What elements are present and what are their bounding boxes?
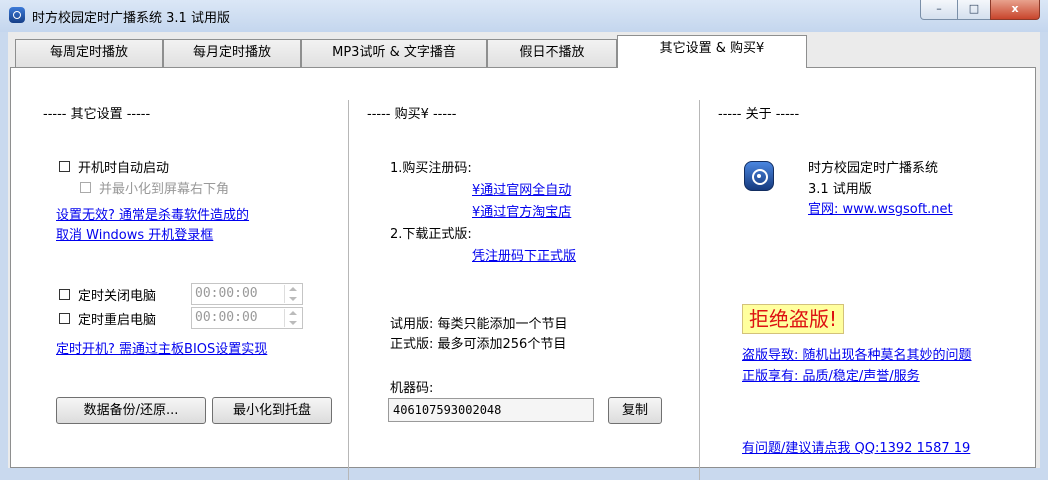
autostart-checkbox[interactable] [59, 161, 70, 172]
window-body: 每周定时播放 每月定时播放 MP3试听 & 文字播音 假日不播放 其它设置 & … [8, 32, 1040, 480]
settings-heading: ----- 其它设置 ----- [43, 107, 151, 122]
full-note: 正式版: 最多可添加256个节目 [390, 337, 567, 352]
tab-monthly[interactable]: 每月定时播放 [163, 39, 301, 67]
spin-arrows-icon [284, 309, 301, 327]
tab-weekly[interactable]: 每周定时播放 [15, 39, 163, 67]
about-app-name: 时方校园定时广播系统 [808, 161, 939, 176]
minimize-button[interactable]: – [920, 0, 958, 20]
about-website-link[interactable]: 官网: www.wsgsoft.net [808, 198, 953, 217]
app-logo-icon [744, 161, 774, 191]
link-buy-taobao[interactable]: ¥通过官方淘宝店 [472, 201, 571, 220]
dot-icon [757, 174, 761, 178]
link-cancel-login[interactable]: 取消 Windows 开机登录框 [56, 224, 213, 243]
machine-code-field[interactable]: 406107593002048 [388, 398, 594, 422]
tab-settings-buy[interactable]: 其它设置 & 购买¥ [617, 35, 807, 68]
restart-label: 定时重启电脑 [78, 313, 157, 328]
minimize-to-tray-button[interactable]: 最小化到托盘 [212, 397, 332, 424]
link-settings-invalid[interactable]: 设置无效? 通常是杀毒软件造成的 [56, 204, 249, 223]
link-feedback[interactable]: 有问题/建议请点我 QQ:1392 1587 19 [742, 437, 970, 456]
link-buy-official[interactable]: ¥通过官网全自动 [472, 179, 571, 198]
spin-arrows-icon [284, 285, 301, 303]
restart-time-value: 00:00:00 [195, 310, 258, 325]
about-version: 3.1 试用版 [808, 182, 872, 197]
trial-note: 试用版: 每类只能添加一个节目 [390, 317, 568, 332]
link-download-full[interactable]: 凭注册码下正式版 [472, 245, 576, 264]
copy-button[interactable]: 复制 [608, 397, 662, 424]
buy-heading: ----- 购买¥ ----- [367, 107, 457, 122]
maximize-button[interactable]: □ [957, 0, 991, 20]
buy-step1: 1.购买注册码: [390, 161, 472, 176]
link-bios-boot[interactable]: 定时开机? 需通过主板BIOS设置实现 [56, 338, 267, 357]
tab-holiday[interactable]: 假日不播放 [487, 39, 617, 67]
link-genuine-benefits[interactable]: 正版享有: 品质/稳定/声誉/服务 [742, 365, 920, 384]
shutdown-checkbox[interactable] [59, 289, 70, 300]
about-heading: ----- 关于 ----- [718, 107, 800, 122]
shutdown-time-value: 00:00:00 [195, 286, 258, 301]
tab-panel: ----- 其它设置 ----- 开机时自动启动 并最小化到屏幕右下角 设置无效… [10, 67, 1036, 480]
close-button[interactable]: x [990, 0, 1040, 20]
restart-checkbox[interactable] [59, 313, 70, 324]
column-divider [348, 100, 349, 480]
minimize-checkbox [80, 182, 91, 193]
buy-step2: 2.下载正式版: [390, 227, 472, 242]
backup-restore-button[interactable]: 数据备份/还原... [56, 397, 206, 424]
minimize-label: 并最小化到屏幕右下角 [99, 182, 230, 197]
window-title: 时方校园定时广播系统 3.1 试用版 [32, 11, 230, 26]
autostart-label: 开机时自动启动 [78, 161, 170, 176]
column-divider [699, 100, 700, 480]
link-piracy-issues[interactable]: 盗版导致: 随机出现各种莫名其妙的问题 [742, 344, 972, 363]
tab-mp3-tts[interactable]: MP3试听 & 文字播音 [301, 39, 487, 67]
shutdown-time-input: 00:00:00 [191, 283, 303, 305]
anti-piracy-banner: 拒绝盗版! [742, 304, 845, 334]
restart-time-input: 00:00:00 [191, 307, 303, 329]
app-icon [9, 7, 25, 23]
title-bar: 时方校园定时广播系统 3.1 试用版 – □ x [0, 0, 1048, 32]
shutdown-label: 定时关闭电脑 [78, 289, 157, 304]
machine-code-label: 机器码: [390, 381, 434, 396]
